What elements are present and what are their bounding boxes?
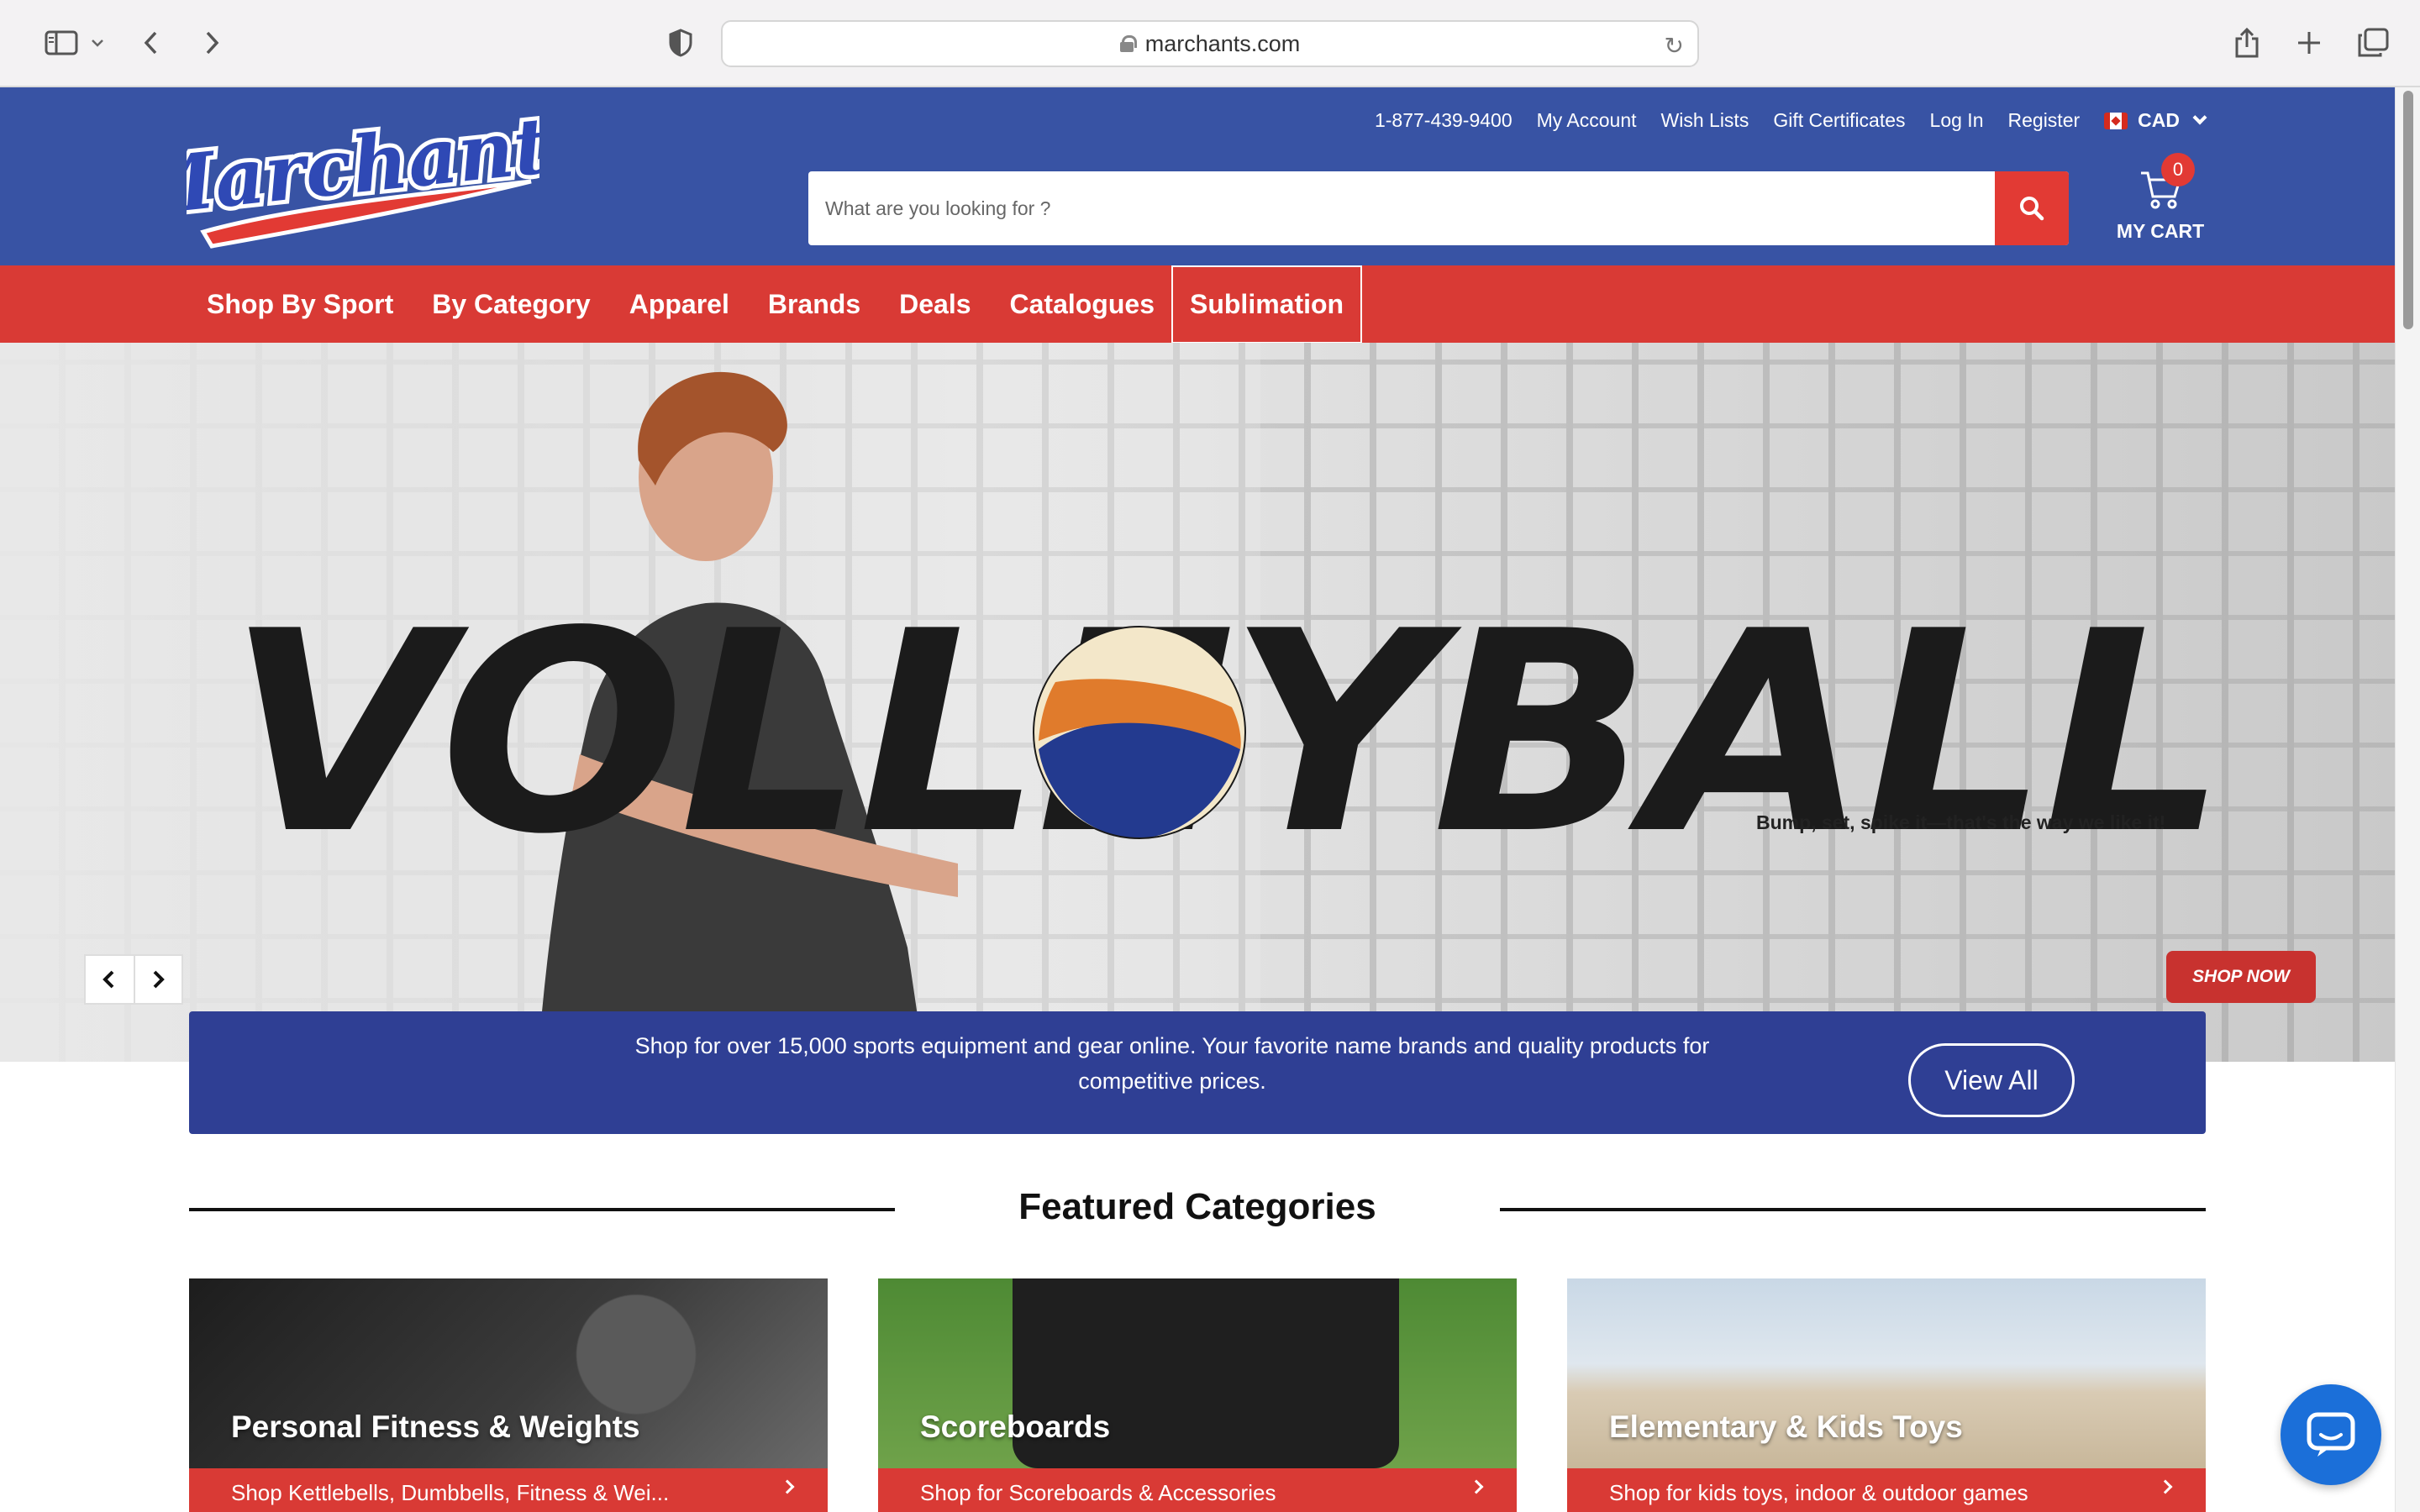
marchants-logo[interactable]: Marchants	[118, 91, 602, 250]
chevron-down-icon[interactable]	[87, 18, 108, 67]
nav-sublimation[interactable]: Sublimation	[1171, 265, 1363, 344]
category-link-text: Shop for kids toys, indoor & outdoor gam…	[1609, 1480, 2028, 1505]
search-icon	[2020, 197, 2044, 221]
wish-lists-link[interactable]: Wish Lists	[1661, 109, 1749, 132]
share-icon[interactable]	[2228, 18, 2265, 67]
cart-button[interactable]: 0 MY CART	[2114, 153, 2207, 254]
page-scrollbar[interactable]	[2395, 87, 2420, 1512]
featured-categories-header: Featured Categories	[189, 1186, 2206, 1233]
scrollbar-thumb[interactable]	[2403, 91, 2413, 329]
divider	[1500, 1208, 2206, 1211]
category-title: Personal Fitness & Weights	[231, 1410, 640, 1444]
new-tab-icon[interactable]	[2292, 18, 2326, 67]
promo-text: Shop for over 15,000 sports equipment an…	[634, 1033, 1710, 1094]
main-nav: Shop By Sport By Category Apparel Brands…	[0, 265, 2395, 344]
category-card-scoreboards[interactable]: Scoreboards Shop for Scoreboards & Acces…	[878, 1278, 1517, 1512]
utility-links: 1-877-439-9400 My Account Wish Lists Gif…	[1375, 109, 2207, 132]
volleyball-image	[1033, 626, 1246, 839]
currency-label: CAD	[2138, 109, 2180, 131]
category-link[interactable]: Shop for Scoreboards & Accessories	[878, 1468, 1517, 1512]
chat-icon	[2307, 1412, 2355, 1457]
category-card-fitness[interactable]: Personal Fitness & Weights Shop Kettlebe…	[189, 1278, 828, 1512]
category-link[interactable]: Shop Kettlebells, Dumbbells, Fitness & W…	[189, 1468, 828, 1512]
address-text: marchants.com	[1144, 30, 1301, 56]
chevron-right-icon	[1469, 1479, 1484, 1494]
chevron-down-icon	[2192, 110, 2207, 124]
tab-overview-icon[interactable]	[2354, 18, 2391, 67]
privacy-shield-icon[interactable]	[664, 18, 697, 67]
lock-icon	[1119, 35, 1137, 52]
carousel-next-button[interactable]	[133, 956, 182, 1003]
browser-toolbar: marchants.com ↻	[0, 0, 2420, 87]
nav-brands[interactable]: Brands	[768, 289, 860, 320]
cart-count-badge: 0	[2161, 153, 2195, 186]
category-link-text: Shop for Scoreboards & Accessories	[920, 1480, 1276, 1505]
search-button[interactable]	[1995, 171, 2069, 245]
currency-selector[interactable]: CAD	[2104, 109, 2207, 132]
back-icon[interactable]	[134, 18, 168, 67]
carousel-prev-button[interactable]	[86, 956, 134, 1003]
reload-icon[interactable]: ↻	[1665, 32, 1684, 60]
chevron-right-icon	[2158, 1479, 2173, 1494]
chevron-right-icon	[780, 1479, 795, 1494]
category-title: Scoreboards	[920, 1410, 1111, 1444]
chevron-left-icon	[103, 970, 114, 989]
category-link[interactable]: Shop for kids toys, indoor & outdoor gam…	[1567, 1468, 2206, 1512]
phone-link[interactable]: 1-877-439-9400	[1375, 109, 1512, 132]
featured-categories-title: Featured Categories	[1018, 1186, 1376, 1227]
address-bar[interactable]: marchants.com ↻	[721, 20, 1699, 67]
view-all-button[interactable]: View All	[1908, 1043, 2075, 1117]
hero-tagline: Bump, set, spike it—that's the way we li…	[1756, 811, 2166, 833]
gift-certificates-link[interactable]: Gift Certificates	[1773, 109, 1905, 132]
nav-shop-by-sport[interactable]: Shop By Sport	[207, 289, 393, 320]
nav-by-category[interactable]: By Category	[432, 289, 591, 320]
hero-carousel: VOLLEYBALL Bump, set, spike it—that's th…	[0, 343, 2395, 1062]
sidebar-toggle-icon[interactable]	[32, 18, 91, 67]
nav-catalogues[interactable]: Catalogues	[1010, 289, 1155, 320]
search-input[interactable]	[808, 171, 1995, 245]
live-chat-button[interactable]	[2281, 1384, 2381, 1485]
carousel-arrows	[84, 954, 183, 1005]
promo-banner: Shop for over 15,000 sports equipment an…	[189, 1011, 2206, 1134]
cart-label: MY CART	[2116, 220, 2205, 242]
nav-apparel[interactable]: Apparel	[629, 289, 729, 320]
chevron-right-icon	[154, 970, 166, 989]
my-account-link[interactable]: My Account	[1537, 109, 1637, 132]
category-card-kids-toys[interactable]: Elementary & Kids Toys Shop for kids toy…	[1567, 1278, 2206, 1512]
login-link[interactable]: Log In	[1930, 109, 1984, 132]
category-title: Elementary & Kids Toys	[1609, 1410, 1963, 1444]
nav-deals[interactable]: Deals	[899, 289, 971, 320]
category-link-text: Shop Kettlebells, Dumbbells, Fitness & W…	[231, 1480, 670, 1505]
shop-now-button[interactable]: SHOP NOW	[2166, 951, 2316, 1003]
site-header: Marchants 1-877-439-9400 My Account Wish…	[0, 87, 2395, 265]
canada-flag-icon	[2104, 112, 2128, 129]
forward-icon[interactable]	[195, 18, 229, 67]
search-bar	[808, 171, 2069, 245]
register-link[interactable]: Register	[2008, 109, 2081, 132]
